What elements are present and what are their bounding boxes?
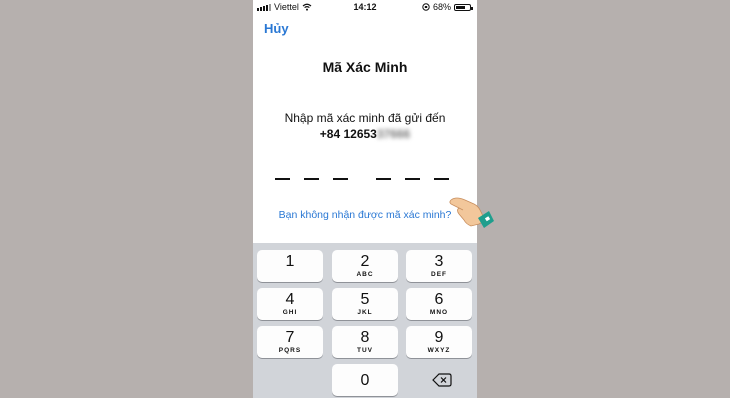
key-number: 0 bbox=[360, 372, 370, 389]
key-number: 2 bbox=[360, 253, 370, 270]
cancel-button[interactable]: Hủy bbox=[264, 21, 289, 36]
key-number: 1 bbox=[285, 253, 295, 270]
code-digit-slot[interactable] bbox=[405, 178, 420, 180]
key-number: 8 bbox=[360, 329, 370, 346]
key-letters: TUV bbox=[357, 347, 373, 354]
battery-fill bbox=[456, 5, 465, 9]
orientation-lock-icon bbox=[422, 3, 430, 11]
key-letters: GHI bbox=[282, 309, 298, 316]
key-5[interactable]: 5 JKL bbox=[332, 288, 398, 320]
key-number: 5 bbox=[360, 291, 370, 308]
phone-number: +84 1265337666 bbox=[253, 127, 477, 141]
code-digit-slot[interactable] bbox=[333, 178, 348, 180]
pointing-hand-icon bbox=[449, 197, 494, 228]
code-digit-slot[interactable] bbox=[376, 178, 391, 180]
key-2[interactable]: 2 ABC bbox=[332, 250, 398, 282]
phone-screen: Viettel 14:12 68% Hủy Mã Xác Minh Nhập m… bbox=[253, 0, 477, 398]
delete-key[interactable] bbox=[406, 364, 472, 396]
code-digit-slot[interactable] bbox=[434, 178, 449, 180]
key-number: 9 bbox=[434, 329, 444, 346]
key-3[interactable]: 3 DEF bbox=[406, 250, 472, 282]
key-number: 6 bbox=[434, 291, 444, 308]
code-digit-slot[interactable] bbox=[275, 178, 290, 180]
key-0[interactable]: 0 bbox=[332, 364, 398, 396]
key-letters: ABC bbox=[356, 271, 374, 278]
backspace-icon bbox=[432, 373, 452, 387]
battery-percent: 68% bbox=[432, 2, 451, 12]
key-number: 3 bbox=[434, 253, 444, 270]
numeric-keypad: 1 2 ABC 3 DEF 4 GHI 5 JKL 6 MNO 7 PQRS 8 TUV 9W… bbox=[253, 243, 477, 398]
battery-icon bbox=[454, 3, 473, 11]
key-letters: JKL bbox=[357, 309, 373, 316]
key-1[interactable]: 1 bbox=[257, 250, 323, 282]
key-number: 4 bbox=[285, 291, 295, 308]
key-6[interactable]: 6 MNO bbox=[406, 288, 472, 320]
status-bar: Viettel 14:12 68% bbox=[253, 0, 477, 14]
code-digit-slot[interactable] bbox=[304, 178, 319, 180]
key-9[interactable]: 9 WXYZ bbox=[406, 326, 472, 358]
phone-number-visible: +84 12653 bbox=[319, 127, 377, 141]
key-4[interactable]: 4 GHI bbox=[257, 288, 323, 320]
status-right: 68% bbox=[422, 2, 473, 12]
key-7[interactable]: 7 PQRS bbox=[257, 326, 323, 358]
key-letters: WXYZ bbox=[427, 347, 451, 354]
key-letters: MNO bbox=[429, 309, 449, 316]
key-8[interactable]: 8 TUV bbox=[332, 326, 398, 358]
resend-code-link[interactable]: Bạn không nhận được mã xác minh? bbox=[253, 209, 477, 221]
key-letters: PQRS bbox=[278, 347, 302, 354]
key-number: 7 bbox=[285, 329, 295, 346]
instruction-text: Nhập mã xác minh đã gửi đến bbox=[284, 111, 446, 125]
phone-number-blurred: 37666 bbox=[376, 127, 411, 141]
key-letters: DEF bbox=[431, 271, 447, 278]
page-title: Mã Xác Minh bbox=[322, 59, 408, 75]
